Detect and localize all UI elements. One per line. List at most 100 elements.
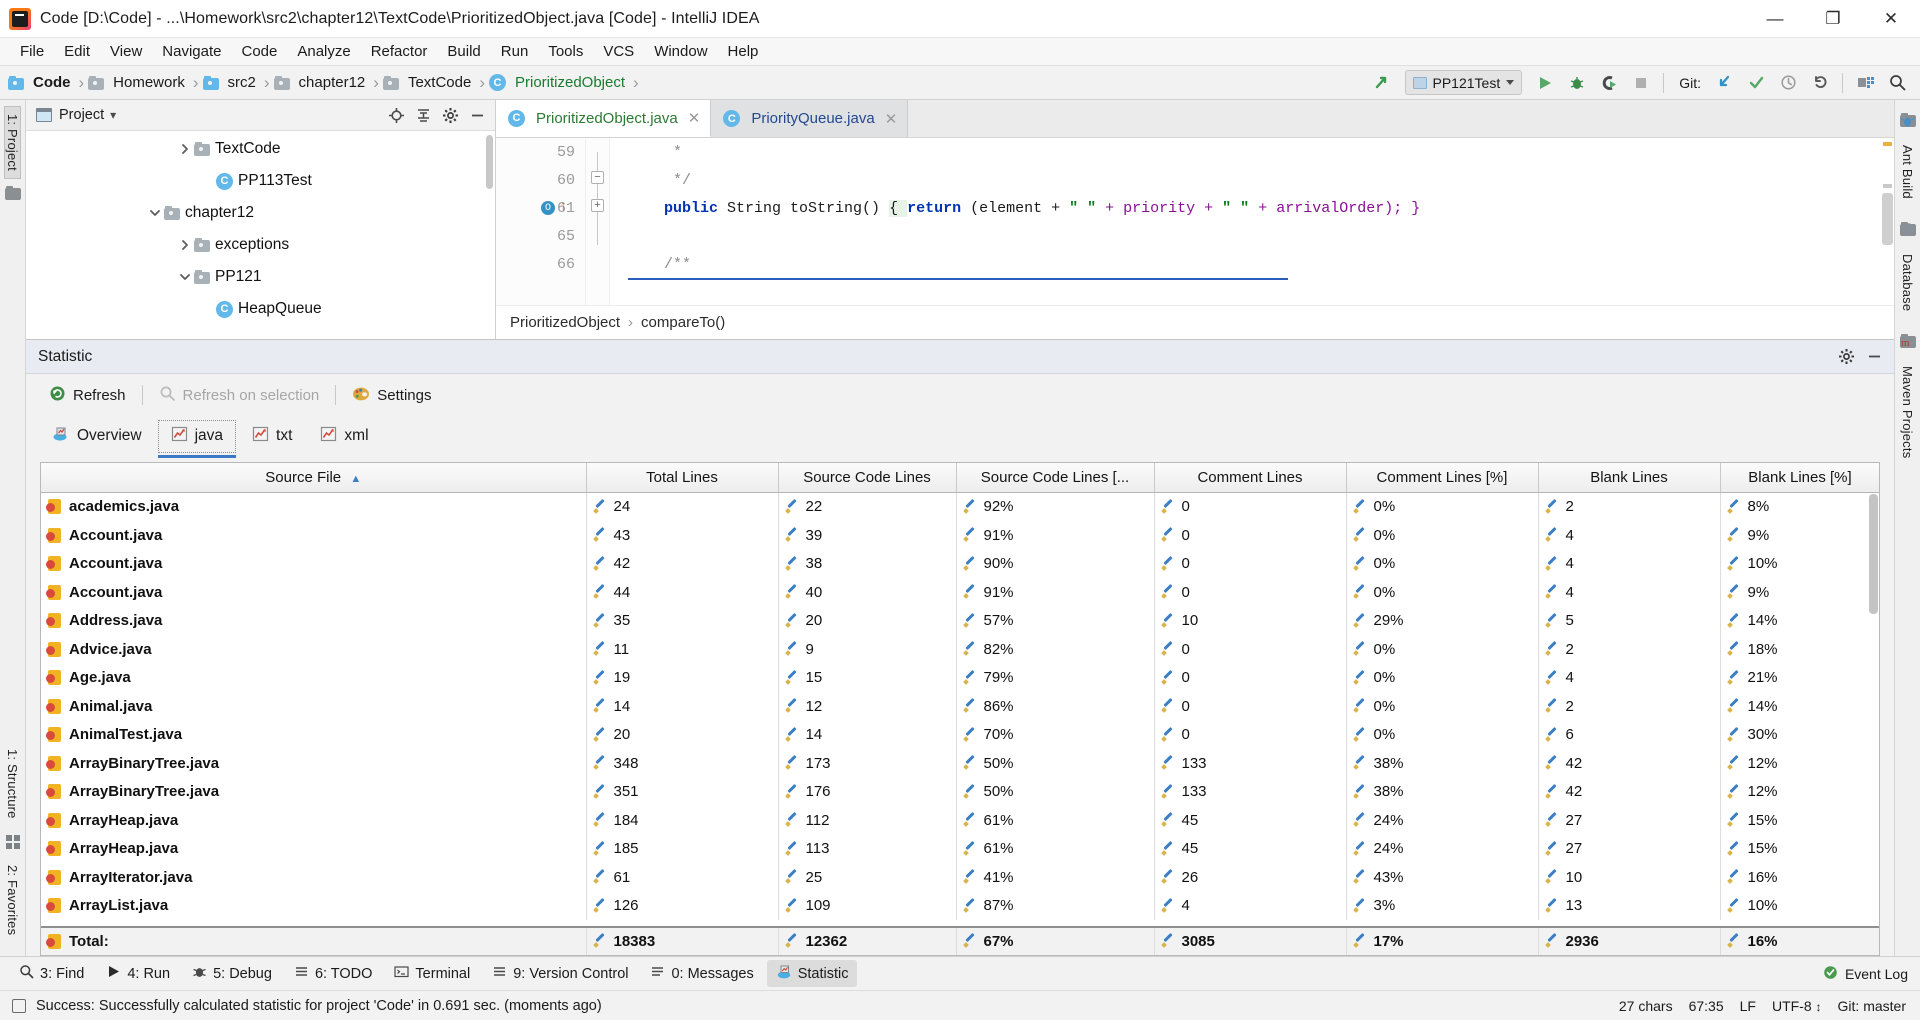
menu-refactor[interactable]: Refactor [361, 40, 438, 64]
run-button[interactable] [1530, 69, 1560, 97]
settings-icon[interactable] [438, 103, 462, 127]
column-header-source-code-lines[interactable]: Source Code Lines [778, 463, 957, 493]
tab-xml[interactable]: xml [308, 421, 380, 452]
event-log-area[interactable]: Event Log [1823, 965, 1920, 983]
breadcrumb-prioritizedobject[interactable]: C PrioritizedObject [488, 73, 629, 92]
table-row[interactable]: Address.java 35 20 57% 10 29% 5 14% [41, 606, 1879, 635]
rail-item-ant-build[interactable]: Ant Build [1900, 138, 1915, 206]
search-everywhere-button[interactable] [1882, 69, 1912, 97]
bottom-item-debug[interactable]: 5: Debug [183, 960, 281, 987]
ant-build-icon[interactable] [1899, 113, 1916, 127]
menu-tools[interactable]: Tools [538, 40, 593, 64]
run-configuration-selector[interactable]: PP121Test [1404, 70, 1523, 95]
chevron-down-icon[interactable]: ▾ [110, 108, 116, 122]
breadcrumb-src2[interactable]: src2 [202, 73, 260, 92]
scrollbar-thumb[interactable] [1882, 193, 1893, 245]
table-row[interactable]: ArrayHeap.java 184 112 61% 45 24% 27 15% [41, 806, 1879, 835]
bottom-item-version-control[interactable]: 9: Version Control [483, 960, 637, 987]
tree-node-pp121[interactable]: PP121 [26, 261, 495, 293]
table-row[interactable]: Account.java 44 40 91% 0 0% 4 9% [41, 578, 1879, 607]
rail-item-favorites[interactable]: 2: Favorites [5, 858, 20, 942]
statistic-table-body-scroll[interactable]: academics.java 24 22 92% 0 0% 2 8% Account.java 4… [41, 492, 1879, 926]
table-row[interactable]: Age.java 19 15 79% 0 0% 4 21% [41, 663, 1879, 692]
column-header-blank-lines[interactable]: Blank Lines [1538, 463, 1721, 493]
git-history-button[interactable] [1773, 69, 1803, 97]
menu-view[interactable]: View [100, 40, 152, 64]
table-row[interactable]: ArrayHeap.java 185 113 61% 45 24% 27 15% [41, 834, 1879, 863]
bottom-item-run[interactable]: 4: Run [97, 960, 179, 987]
bottom-item-messages[interactable]: 0: Messages [641, 960, 762, 987]
status-git-branch[interactable]: Git: master [1838, 998, 1906, 1014]
tree-node-heapqueue[interactable]: C HeapQueue [26, 293, 495, 325]
menu-build[interactable]: Build [437, 40, 490, 64]
bottom-item-terminal[interactable]: Terminal [385, 960, 479, 987]
breadcrumb-class[interactable]: PrioritizedObject [510, 314, 620, 331]
collapse-all-icon[interactable] [411, 103, 435, 127]
chevron-down-icon[interactable] [176, 268, 194, 286]
refresh-on-selection-button[interactable]: Refresh on selection [150, 381, 329, 410]
gear-icon[interactable] [1834, 345, 1858, 369]
table-row[interactable]: Account.java 42 38 90% 0 0% 4 10% [41, 549, 1879, 578]
close-icon[interactable]: ✕ [885, 110, 898, 128]
bottom-item-todo[interactable]: 6: TODO [285, 960, 381, 987]
breadcrumb-homework[interactable]: Homework [88, 73, 189, 92]
chevron-down-icon[interactable] [146, 204, 164, 222]
rail-item-structure[interactable]: 1: Structure [5, 742, 20, 826]
fold-collapse-icon[interactable]: − [591, 171, 604, 184]
column-header-total-lines[interactable]: Total Lines [586, 463, 779, 493]
tab-txt[interactable]: txt [240, 421, 304, 452]
menu-run[interactable]: Run [491, 40, 539, 64]
column-header-blank-lines-pct[interactable]: Blank Lines [%] [1720, 463, 1879, 493]
status-line-separator[interactable]: LF [1740, 998, 1756, 1014]
hide-icon[interactable] [1862, 345, 1886, 369]
database-icon[interactable] [1899, 221, 1916, 236]
table-row[interactable]: Animal.java 14 12 86% 0 0% 2 14% [41, 692, 1879, 721]
override-gutter-icon[interactable]: O [541, 201, 555, 215]
bottom-item-find[interactable]: 3: Find [10, 960, 93, 987]
menu-navigate[interactable]: Navigate [152, 40, 231, 64]
tree-node-exceptions[interactable]: exceptions [26, 229, 495, 261]
settings-button[interactable]: Settings [343, 381, 440, 410]
editor-tab-prioritizedobject[interactable]: C PrioritizedObject.java ✕ [496, 100, 712, 137]
build-icon[interactable] [1367, 69, 1397, 97]
stop-button[interactable] [1626, 69, 1656, 97]
table-row[interactable]: ArrayBinaryTree.java 348 173 50% 133 38% 42 12% [41, 749, 1879, 778]
editor-scrollbar[interactable] [1881, 138, 1894, 271]
menu-help[interactable]: Help [718, 40, 769, 64]
maven-icon[interactable]: m [1899, 334, 1916, 349]
column-header-comment-lines-pct[interactable]: Comment Lines [%] [1346, 463, 1539, 493]
hide-icon[interactable] [465, 103, 489, 127]
bottom-item-statistic[interactable]: Statistic [766, 960, 858, 987]
code-text[interactable]: * */ public String toString() { return (… [610, 138, 1894, 305]
folder-icon[interactable] [4, 185, 21, 200]
table-row[interactable]: academics.java 24 22 92% 0 0% 2 8% [41, 492, 1879, 521]
table-row[interactable]: ArrayList.java 126 109 87% 4 3% 13 10% [41, 891, 1879, 920]
breadcrumb-chapter12[interactable]: chapter12 [273, 73, 370, 92]
fold-expand-icon[interactable]: + [591, 199, 604, 212]
breadcrumb-method[interactable]: compareTo() [641, 314, 725, 331]
rail-item-maven-projects[interactable]: Maven Projects [1900, 359, 1915, 465]
table-row[interactable]: AnimalTest.java 20 14 70% 0 0% 6 30% [41, 720, 1879, 749]
locate-icon[interactable] [384, 103, 408, 127]
tree-node-chapter12[interactable]: chapter12 [26, 197, 495, 229]
rail-item-database[interactable]: Database [1900, 247, 1915, 318]
column-header-source-file[interactable]: Source File ▲ [41, 463, 587, 493]
status-caret-position[interactable]: 67:35 [1689, 998, 1724, 1014]
tab-java[interactable]: java [157, 419, 237, 458]
status-encoding[interactable]: UTF-8 ↕ [1772, 998, 1822, 1014]
breadcrumb-textcode[interactable]: TextCode [382, 73, 475, 92]
editor-tab-priorityqueue[interactable]: C PriorityQueue.java ✕ [711, 100, 909, 137]
tab-overview[interactable]: Overview [40, 420, 154, 452]
table-row[interactable]: ArrayIterator.java 61 25 41% 26 43% 10 16% [41, 863, 1879, 892]
debug-button[interactable] [1562, 69, 1592, 97]
table-row[interactable]: Account.java 43 39 91% 0 0% 4 9% [41, 521, 1879, 550]
menu-window[interactable]: Window [644, 40, 717, 64]
tree-scrollbar[interactable] [486, 135, 493, 189]
project-structure-button[interactable] [1850, 69, 1880, 97]
column-header-source-code-lines-pct[interactable]: Source Code Lines [... [956, 463, 1155, 493]
change-marker[interactable] [1883, 184, 1892, 188]
maximize-button[interactable]: ❐ [1804, 0, 1862, 38]
menu-edit[interactable]: Edit [54, 40, 100, 64]
close-button[interactable]: ✕ [1862, 0, 1920, 38]
git-commit-button[interactable] [1741, 69, 1771, 97]
